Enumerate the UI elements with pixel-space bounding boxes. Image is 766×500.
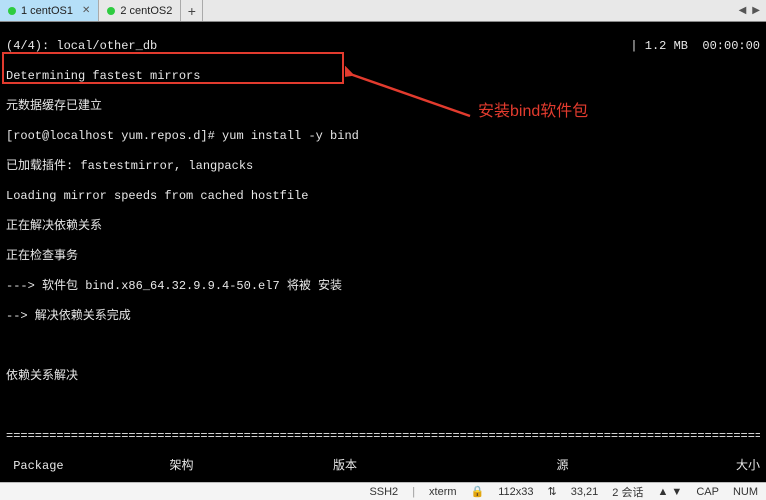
tab-bar: 1 centOS1 ✕ 2 centOS2 + ◀ ▶ — [0, 0, 766, 22]
line-command: [root@localhost yum.repos.d]# yum instal… — [6, 129, 760, 144]
tab-nav: ◀ ▶ — [733, 0, 766, 21]
size: | 1.2 MB — [630, 39, 688, 53]
line: --> 解决依赖关系完成 — [6, 309, 760, 324]
status-dot-icon — [8, 7, 16, 15]
hdr-package: Package — [6, 459, 146, 474]
status-pos: 33,21 — [571, 486, 599, 498]
line: ---> 软件包 bind.x86_64.32.9.9.4-50.el7 将被 … — [6, 279, 760, 294]
tab-label: 1 centOS1 — [21, 5, 73, 17]
line: Determining fastest mirrors — [6, 69, 760, 84]
table-header: Package 架构 版本 源 大小 — [6, 459, 760, 474]
status-dim: 112x33 — [498, 486, 533, 498]
close-icon[interactable]: ✕ — [82, 5, 90, 16]
status-bar: SSH2 | xterm 🔒 112x33 ⇅ 33,21 2 会话 ▲ ▼ C… — [0, 482, 766, 500]
status-enc: xterm — [429, 486, 457, 498]
hdr-version: 版本 — [333, 459, 533, 474]
add-tab-button[interactable]: + — [181, 0, 203, 21]
line: (4/4): local/other_db — [6, 39, 157, 54]
status-sessions: 2 会话 — [612, 484, 643, 500]
status-num: NUM — [733, 486, 758, 498]
hdr-size: 大小 — [700, 459, 760, 474]
chevron-left-icon[interactable]: ◀ — [739, 5, 747, 16]
divider: ========================================… — [6, 429, 760, 444]
line: 正在解决依赖关系 — [6, 219, 760, 234]
chevron-up-down-icon[interactable]: ▲ ▼ — [657, 486, 682, 498]
tab-centos1[interactable]: 1 centOS1 ✕ — [0, 0, 99, 21]
dep-header: 依赖关系解决 — [6, 369, 760, 384]
line: 已加载插件: fastestmirror, langpacks — [6, 159, 760, 174]
time: 00:00:00 — [702, 39, 760, 53]
arrows-icon: ⇅ — [548, 485, 557, 498]
status-cap: CAP — [696, 486, 719, 498]
lock-icon: 🔒 — [471, 485, 485, 498]
line: Loading mirror speeds from cached hostfi… — [6, 189, 760, 204]
chevron-right-icon[interactable]: ▶ — [752, 5, 760, 16]
hdr-arch: 架构 — [170, 459, 310, 474]
line: 正在检查事务 — [6, 249, 760, 264]
status-sess: SSH2 — [369, 486, 398, 498]
status-dot-icon — [107, 7, 115, 15]
tab-label: 2 centOS2 — [120, 5, 172, 17]
hdr-repo: 源 — [557, 459, 677, 474]
line: 元数据缓存已建立 — [6, 99, 760, 114]
tab-centos2[interactable]: 2 centOS2 — [99, 0, 181, 21]
terminal[interactable]: (4/4): local/other_db | 1.2 MB 00:00:00 D… — [0, 22, 766, 482]
